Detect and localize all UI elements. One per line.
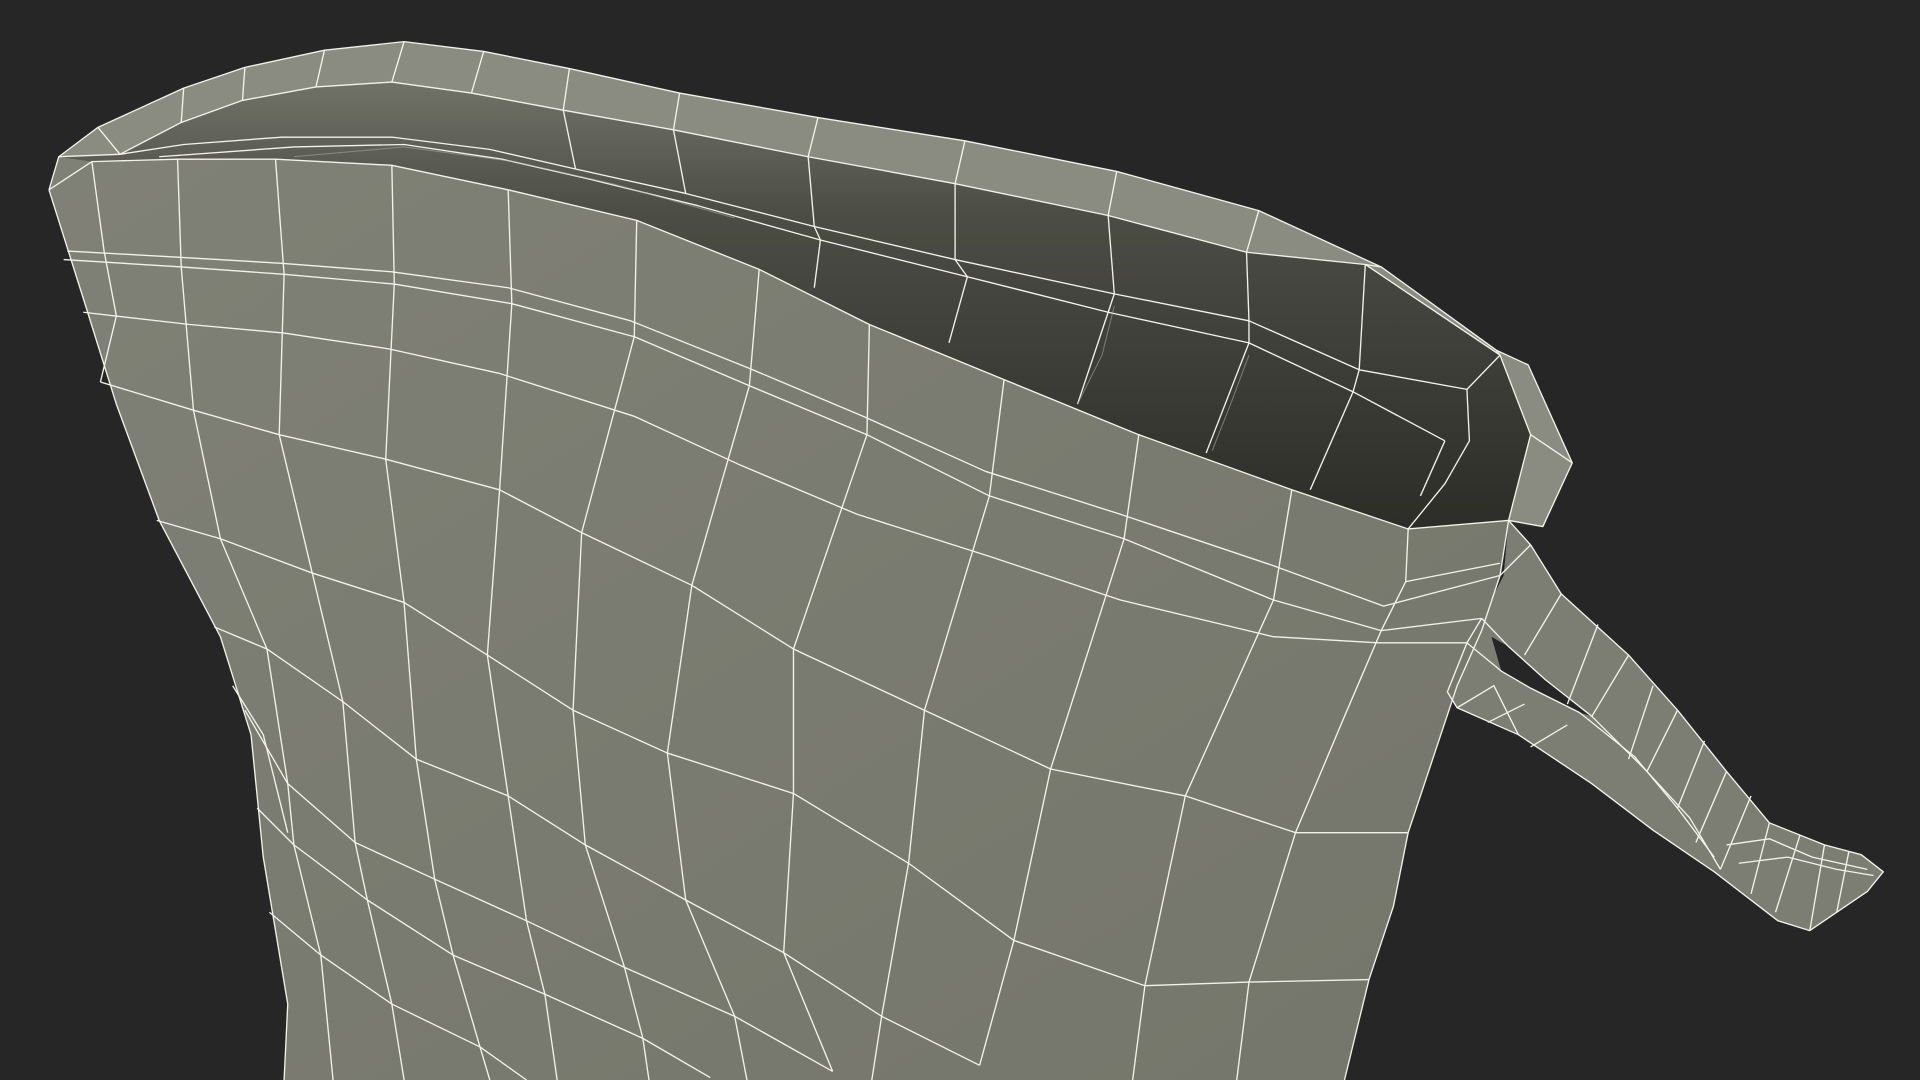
wireframe-render [48, 40, 1884, 1080]
pull-strap [1447, 520, 1884, 931]
render-viewport[interactable] [0, 0, 1920, 1080]
